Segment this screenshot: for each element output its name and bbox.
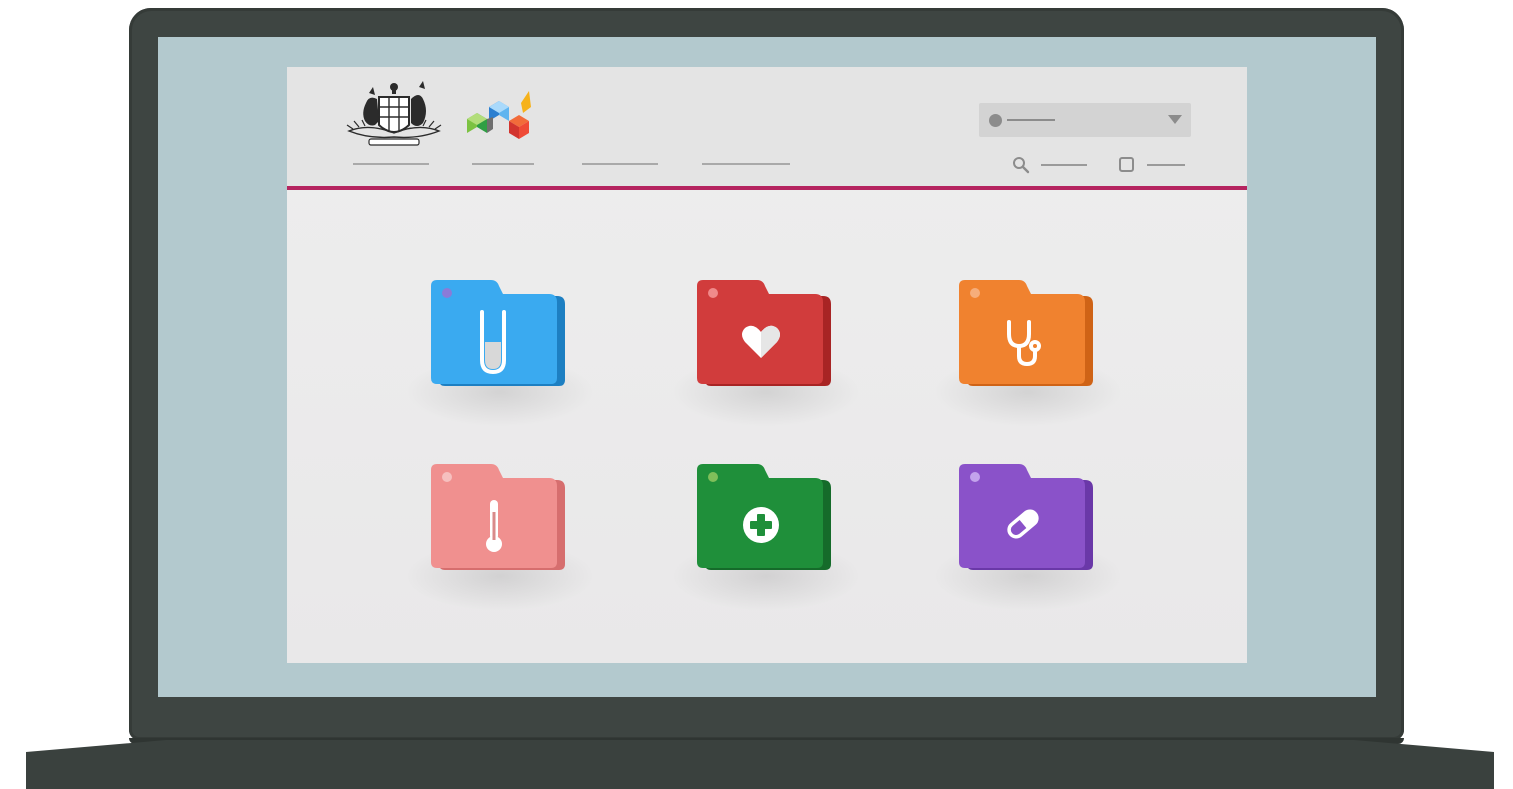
folder-icon xyxy=(697,280,831,386)
folder-heart[interactable] xyxy=(695,278,835,388)
search-link-label-placeholder xyxy=(1041,164,1087,166)
folder-pill[interactable] xyxy=(957,462,1097,572)
square-link[interactable] xyxy=(1117,155,1187,175)
medical-plus-icon xyxy=(743,507,779,543)
folder-icon xyxy=(431,464,565,570)
cube-logo-icon[interactable] xyxy=(463,87,537,143)
dropdown-value-placeholder xyxy=(1007,119,1055,121)
nav-link-4[interactable] xyxy=(702,163,790,165)
site-header xyxy=(287,67,1247,190)
square-link-label-placeholder xyxy=(1147,164,1185,166)
folder-icon xyxy=(959,464,1093,570)
chevron-down-icon xyxy=(1168,115,1182,124)
nav-link-1[interactable] xyxy=(353,163,429,165)
coat-of-arms-icon[interactable] xyxy=(339,77,449,157)
web-page xyxy=(287,67,1247,663)
nav-link-2[interactable] xyxy=(472,163,534,165)
search-link[interactable] xyxy=(1011,155,1089,175)
user-dot-icon xyxy=(989,114,1002,127)
laptop-base xyxy=(26,740,1494,789)
square-icon xyxy=(1119,157,1134,172)
folder-thermometer[interactable] xyxy=(429,462,569,572)
folder-stethoscope[interactable] xyxy=(957,278,1097,388)
folder-icon xyxy=(431,280,565,386)
folder-icon xyxy=(697,464,831,570)
folder-medical-plus[interactable] xyxy=(695,462,835,572)
nav-link-3[interactable] xyxy=(582,163,658,165)
search-icon xyxy=(1013,157,1030,174)
account-dropdown[interactable] xyxy=(979,103,1191,137)
folder-test-tube[interactable] xyxy=(429,278,569,388)
header-accent-rule xyxy=(287,186,1247,190)
folder-icon xyxy=(959,280,1093,386)
